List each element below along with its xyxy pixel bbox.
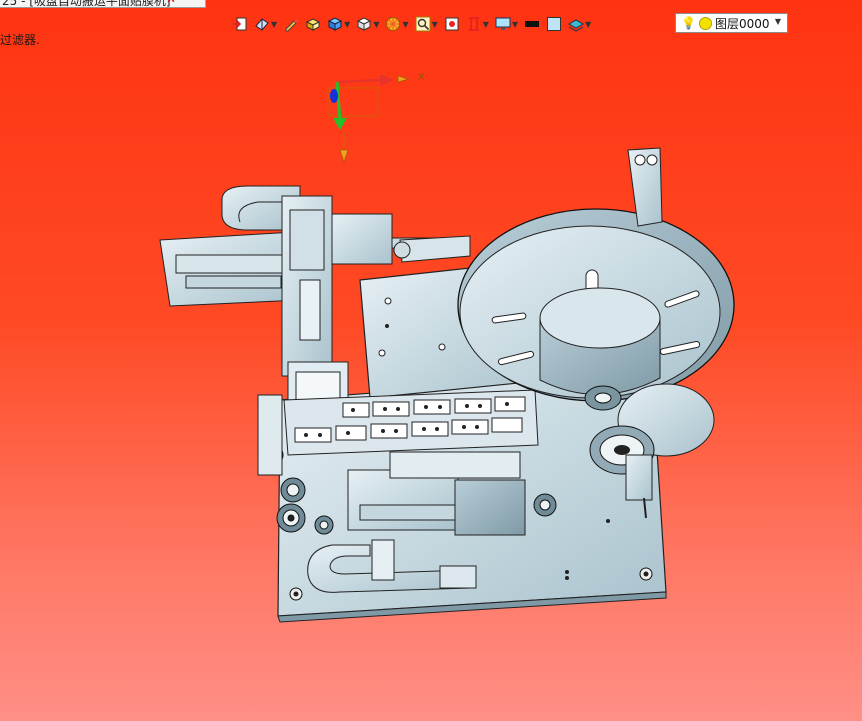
coordinate-triad: X <box>327 72 425 163</box>
left-slide-rail <box>159 185 301 307</box>
machine-model[interactable]: X <box>0 0 862 721</box>
x-axis-label: X <box>418 72 425 83</box>
suction-tray <box>283 389 539 456</box>
